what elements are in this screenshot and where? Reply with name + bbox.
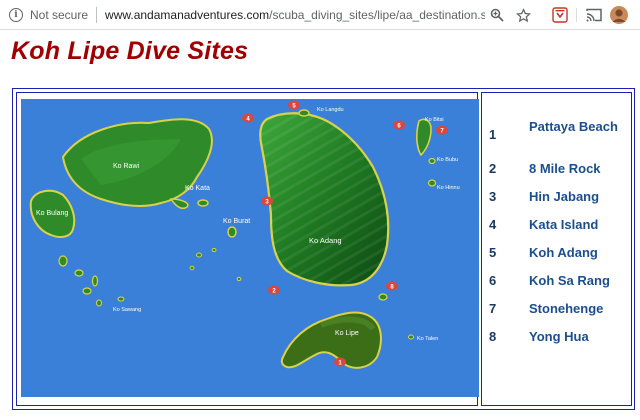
- marker-1[interactable]: 1: [334, 357, 346, 367]
- islet-f: [117, 296, 125, 302]
- info-icon[interactable]: i: [9, 7, 23, 22]
- site-name-link[interactable]: Stonehenge: [529, 301, 629, 316]
- site-name-link[interactable]: Yong Hua: [529, 329, 629, 344]
- site-number: 5: [489, 245, 497, 260]
- extension-icon[interactable]: [551, 6, 569, 24]
- islet-j: [236, 276, 242, 282]
- map-image: Ko Rawi Ko Bulang Ko Kata Ko Burat Ko Ad…: [21, 99, 479, 397]
- island-ko-bubu: [428, 157, 436, 165]
- toolbar-divider: [576, 8, 577, 22]
- marker-5[interactable]: 5: [288, 100, 300, 110]
- islet-e: [96, 299, 102, 307]
- label-ko-bubu: Ko Bubu: [437, 157, 458, 163]
- url-field[interactable]: www.andamanadventures.com/scuba_diving_s…: [105, 8, 485, 22]
- marker-4[interactable]: 4: [242, 113, 254, 123]
- security-label: Not secure: [30, 7, 89, 22]
- site-number: 4: [489, 217, 497, 232]
- islet-i: [211, 247, 217, 253]
- marker-7[interactable]: 7: [436, 125, 448, 135]
- dive-site-list: 1 Pattaya Beach 2 8 Mile Rock 3 Hin Jaba…: [481, 92, 632, 406]
- dive-sites-table: Ko Rawi Ko Bulang Ko Kata Ko Burat Ko Ad…: [12, 88, 635, 410]
- island-ko-kata: [197, 199, 209, 207]
- label-ko-hinnu: Ko Hinnu: [437, 185, 460, 191]
- site-number: 1: [489, 127, 497, 142]
- label-ko-lipe: Ko Lipe: [335, 330, 359, 337]
- label-ko-rawi: Ko Rawi: [113, 163, 140, 170]
- site-number: 3: [489, 189, 497, 204]
- bookmark-star-icon[interactable]: [514, 6, 532, 24]
- island-small-8: [378, 293, 388, 301]
- islet-a: [58, 255, 68, 267]
- islet-d: [82, 287, 92, 295]
- marker-8[interactable]: 8: [386, 281, 398, 291]
- site-name-link[interactable]: Kata Island: [529, 217, 629, 232]
- label-ko-talen: Ko Talen: [417, 336, 438, 342]
- marker-3[interactable]: 3: [261, 196, 273, 206]
- site-number: 6: [489, 273, 497, 288]
- label-ko-bitsi: Ko Bitsi: [425, 117, 444, 123]
- marker-6[interactable]: 6: [393, 120, 405, 130]
- site-number: 7: [489, 301, 497, 316]
- label-ko-adang: Ko Adang: [309, 236, 342, 245]
- cast-icon[interactable]: [585, 6, 603, 24]
- site-name-link[interactable]: Koh Sa Rang: [529, 273, 629, 288]
- site-name-link[interactable]: 8 Mile Rock: [529, 161, 629, 176]
- avatar[interactable]: [610, 6, 628, 24]
- map-cell: Ko Rawi Ko Bulang Ko Kata Ko Burat Ko Ad…: [16, 92, 479, 406]
- island-ko-hinnu: [427, 179, 437, 187]
- islet-b: [74, 269, 84, 277]
- site-name-link[interactable]: Pattaya Beach: [529, 119, 629, 134]
- zoom-icon[interactable]: [488, 6, 506, 24]
- label-ko-bulang: Ko Bulang: [36, 210, 68, 217]
- island-ko-burat: [227, 226, 237, 238]
- address-bar[interactable]: i Not secure www.andamanadventures.com/s…: [0, 0, 640, 30]
- islet-g: [196, 252, 202, 258]
- divider: [96, 6, 98, 23]
- label-ko-langdu: Ko Langdu: [317, 107, 344, 113]
- islet-c: [91, 275, 99, 287]
- label-ko-sawang: Ko Sawang: [113, 307, 141, 313]
- site-number: 8: [489, 329, 497, 344]
- site-number: 2: [489, 161, 497, 176]
- marker-2[interactable]: 2: [268, 285, 280, 295]
- dive-map: Ko Rawi Ko Bulang Ko Kata Ko Burat Ko Ad…: [21, 99, 479, 397]
- islet-h: [189, 265, 195, 271]
- page-title: Koh Lipe Dive Sites: [11, 37, 249, 65]
- site-name-link[interactable]: Hin Jabang: [529, 189, 629, 204]
- url-path: /scuba_diving_sites/lipe/aa_destination.…: [269, 7, 486, 22]
- label-ko-burat: Ko Burat: [223, 218, 250, 225]
- site-name-link[interactable]: Koh Adang: [529, 245, 629, 260]
- island-ko-talen: [408, 334, 414, 340]
- island-ko-langdu: [298, 109, 310, 117]
- label-ko-kata: Ko Kata: [185, 185, 210, 192]
- url-host: www.andamanadventures.com: [105, 7, 270, 22]
